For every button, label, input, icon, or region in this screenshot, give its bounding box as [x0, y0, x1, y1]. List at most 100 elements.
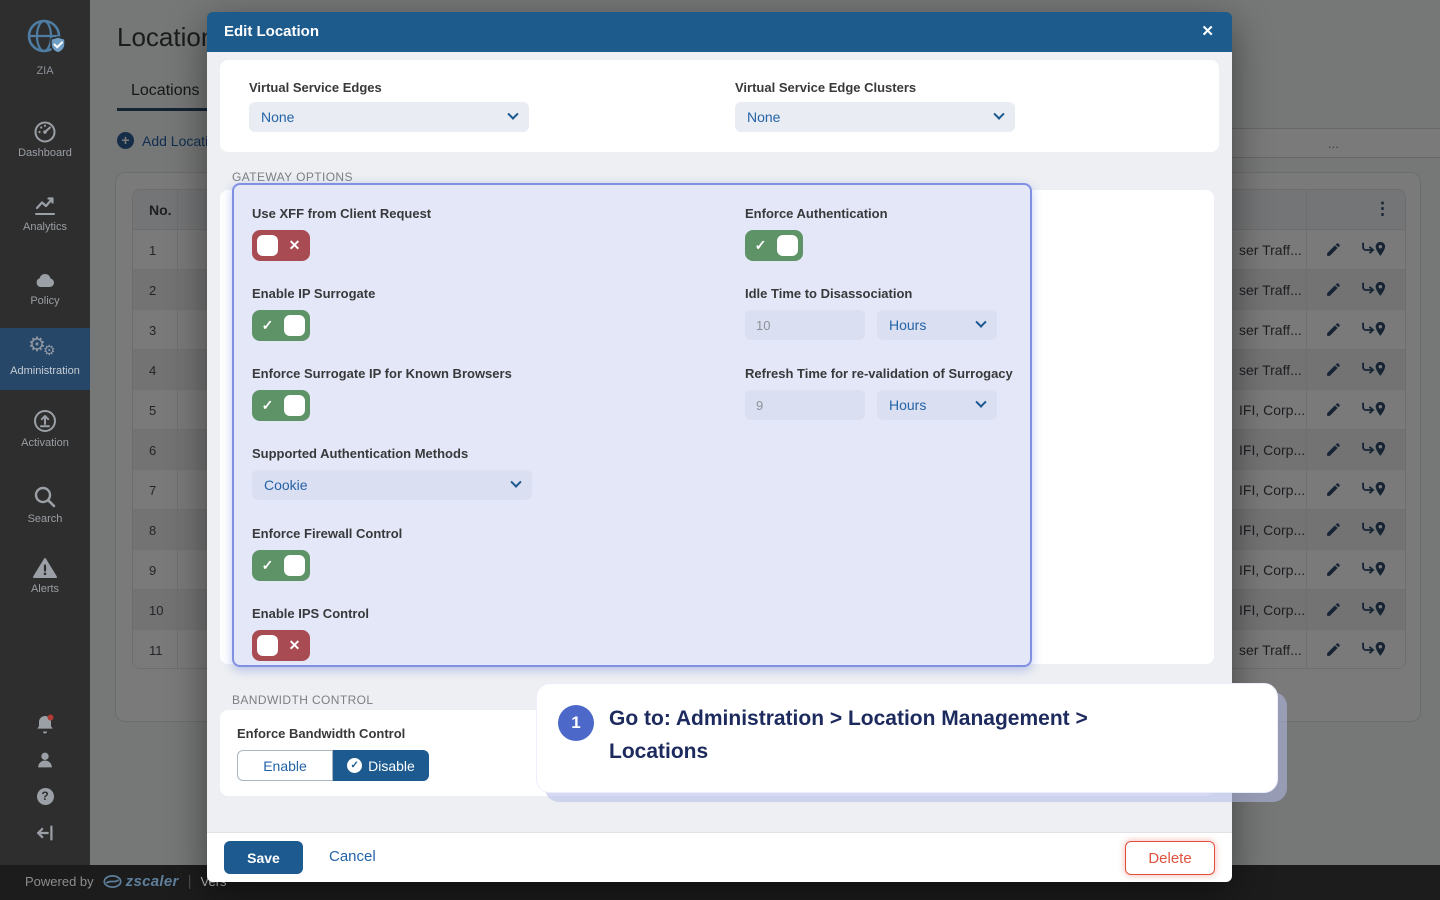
ip-surrogate-toggle[interactable]: ✓ [252, 310, 310, 341]
vse-label: Virtual Service Edges [249, 80, 382, 95]
sidebar-label-zia: ZIA [0, 65, 90, 77]
idle-time-input[interactable]: 10 [745, 310, 865, 340]
help-icon: ? [37, 788, 54, 805]
toggle-knob [257, 235, 278, 256]
idle-time-unit-select[interactable]: Hours [877, 310, 997, 340]
save-button[interactable]: Save [224, 841, 303, 874]
gateway-options-highlight-panel: Use XFF from Client Request ✕ Enable IP … [232, 183, 1032, 667]
dashboard-gauge-icon [0, 120, 90, 144]
bandwidth-segmented-control: Enable ✓ Disable [237, 750, 429, 781]
ips-label: Enable IPS Control [252, 606, 369, 621]
sidebar-label-dashboard: Dashboard [0, 147, 90, 159]
sidebar-item-analytics[interactable]: Analytics [0, 194, 90, 233]
logout-button[interactable] [0, 822, 90, 844]
administration-gears-icon: ⚙ ⚙ [0, 336, 90, 362]
toggle-knob [284, 315, 305, 336]
vse-value: None [261, 109, 294, 125]
ips-toggle[interactable]: ✕ [252, 630, 310, 661]
sidebar-label-search: Search [0, 513, 90, 525]
auth-methods-label: Supported Authentication Methods [252, 446, 468, 461]
delete-button[interactable]: Delete [1125, 841, 1215, 875]
chevron-down-icon [975, 397, 986, 408]
activation-upload-icon [0, 408, 90, 434]
sidebar-item-activation[interactable]: Activation [0, 408, 90, 449]
enforce-auth-toggle[interactable]: ✓ [745, 230, 803, 261]
sidebar-label-administration: Administration [0, 365, 90, 377]
toggle-knob [257, 635, 278, 656]
analytics-chart-icon [0, 194, 90, 218]
app-root: Location Locations + Add Location ... No… [0, 0, 1440, 900]
vse-select[interactable]: None [249, 102, 529, 132]
check-icon: ✓ [750, 237, 771, 254]
auth-methods-value: Cookie [264, 477, 308, 493]
modal-title: Edit Location [224, 23, 319, 40]
step-number-badge: 1 [558, 705, 594, 741]
toggle-knob [284, 555, 305, 576]
close-icon[interactable]: ✕ [1201, 22, 1214, 40]
bandwidth-section-label: BANDWIDTH CONTROL [232, 693, 373, 707]
vsec-label: Virtual Service Edge Clusters [735, 80, 916, 95]
footer-divider: | [188, 873, 192, 890]
modal-header: Edit Location ✕ [207, 12, 1232, 52]
sidebar: ZIA Dashboard Analytics Policy ⚙ ⚙ [0, 0, 90, 865]
check-icon: ✓ [257, 317, 278, 334]
sidebar-label-analytics: Analytics [0, 221, 90, 233]
refresh-time-unit-select[interactable]: Hours [877, 390, 997, 420]
service-edges-card: Virtual Service Edges None Virtual Servi… [220, 60, 1219, 152]
refresh-time-input[interactable]: 9 [745, 390, 865, 420]
xff-label: Use XFF from Client Request [252, 206, 431, 221]
sidebar-item-administration[interactable]: ⚙ ⚙ Administration [0, 336, 90, 377]
ip-surrogate-label: Enable IP Surrogate [252, 286, 375, 301]
cancel-button[interactable]: Cancel [329, 848, 376, 865]
firewall-label: Enforce Firewall Control [252, 526, 402, 541]
notifications-bell-button[interactable] [0, 712, 90, 736]
step-instruction-text: Go to: Administration > Location Managem… [609, 702, 1189, 768]
gateway-options-section-label: GATEWAY OPTIONS [232, 170, 353, 184]
bandwidth-label: Enforce Bandwidth Control [237, 726, 405, 741]
user-icon [0, 749, 90, 771]
xff-toggle[interactable]: ✕ [252, 230, 310, 261]
sidebar-item-search[interactable]: Search [0, 484, 90, 525]
sidebar-item-dashboard[interactable]: Dashboard [0, 120, 90, 159]
known-browsers-toggle[interactable]: ✓ [252, 390, 310, 421]
policy-cloud-icon [0, 268, 90, 292]
powered-by-label: Powered by [25, 874, 94, 889]
zscaler-brand: zscaler [103, 873, 179, 890]
bandwidth-disable-label: Disable [368, 758, 415, 774]
zscaler-logo-icon [103, 874, 122, 889]
check-circle-icon: ✓ [347, 758, 362, 773]
bell-icon [0, 712, 90, 736]
zscaler-brand-name: zscaler [126, 873, 179, 890]
toggle-knob [284, 395, 305, 416]
gear-icon: ⚙ [43, 342, 56, 359]
firewall-toggle[interactable]: ✓ [252, 550, 310, 581]
sidebar-label-policy: Policy [0, 295, 90, 307]
refresh-time-label: Refresh Time for re-validation of Surrog… [745, 366, 1013, 381]
sidebar-label-activation: Activation [0, 437, 90, 449]
sidebar-item-zia[interactable]: ZIA [0, 14, 90, 77]
refresh-time-unit-value: Hours [889, 397, 926, 413]
vsec-select[interactable]: None [735, 102, 1015, 132]
alerts-warning-icon [0, 556, 90, 580]
vsec-value: None [747, 109, 780, 125]
sidebar-label-alerts: Alerts [0, 583, 90, 595]
bandwidth-disable-button[interactable]: ✓ Disable [333, 750, 429, 781]
cross-icon: ✕ [284, 637, 305, 654]
help-button[interactable]: ? [0, 787, 90, 805]
check-icon: ✓ [257, 557, 278, 574]
user-profile-button[interactable] [0, 749, 90, 771]
search-icon [0, 484, 90, 510]
logout-icon [0, 822, 90, 844]
chevron-down-icon [993, 109, 1004, 120]
known-browsers-label: Enforce Surrogate IP for Known Browsers [252, 366, 512, 381]
bandwidth-enable-button[interactable]: Enable [237, 750, 333, 781]
enforce-auth-label: Enforce Authentication [745, 206, 888, 221]
check-icon: ✓ [257, 397, 278, 414]
modal-footer: Save Cancel Delete [207, 832, 1232, 882]
tutorial-step-callout: 1 Go to: Administration > Location Manag… [536, 683, 1278, 793]
sidebar-item-policy[interactable]: Policy [0, 268, 90, 307]
sidebar-item-alerts[interactable]: Alerts [0, 556, 90, 595]
auth-methods-select[interactable]: Cookie [252, 470, 532, 500]
cross-icon: ✕ [284, 237, 305, 254]
idle-time-label: Idle Time to Disassociation [745, 286, 912, 301]
